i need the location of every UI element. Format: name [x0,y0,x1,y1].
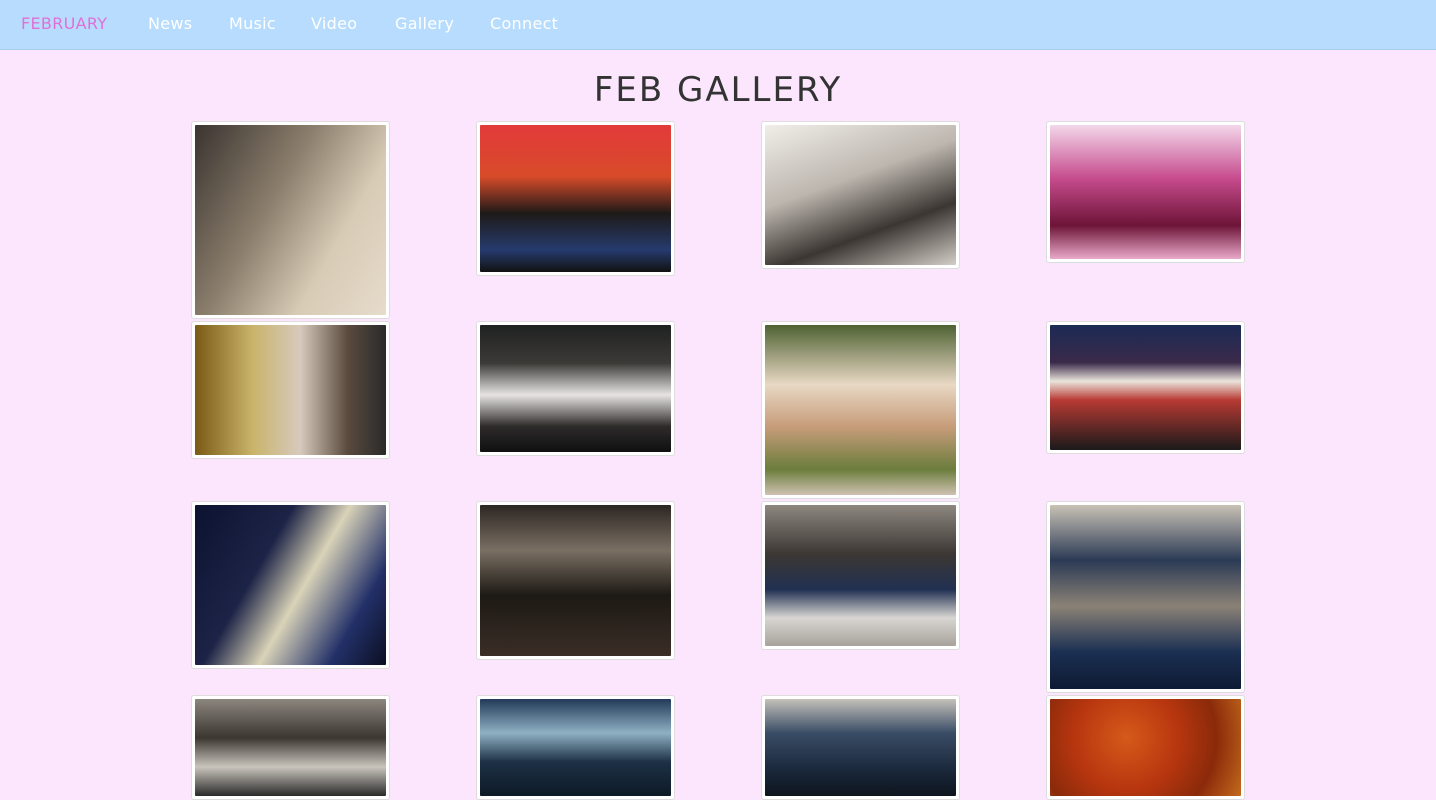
gallery-item[interactable] [1046,321,1245,454]
nav-music[interactable]: Music [229,14,276,33]
photo-band-magenta-ferris [1050,125,1241,259]
photo-stage-guitarists [1050,505,1241,689]
photo-band-sepia-portrait [195,125,386,315]
photo-band-backstage [195,325,386,455]
gallery-item[interactable] [476,121,675,276]
photo-stage-guitarist-solo [195,699,386,796]
gallery-item[interactable] [191,121,390,319]
gallery-item[interactable] [1046,695,1245,800]
nav-news[interactable]: News [148,14,192,33]
photo-crowd-club [480,325,671,452]
gallery-item[interactable] [761,695,960,800]
gallery-item[interactable] [476,501,675,660]
gallery-item[interactable] [761,121,960,269]
gallery-item[interactable] [761,321,960,499]
photo-orange-texture [1050,699,1241,796]
photo-band-red-ceiling [480,125,671,272]
nav-gallery[interactable]: Gallery [395,14,454,33]
gallery-item[interactable] [1046,121,1245,263]
photo-band-bw-leaning [765,125,956,265]
page-title: FEB GALLERY [593,70,843,110]
gallery-item[interactable] [1046,501,1245,693]
gallery-item[interactable] [191,321,390,459]
gallery-item[interactable] [476,321,675,456]
photo-stage-flute [480,699,671,796]
photo-band-van [765,325,956,495]
gallery-item[interactable] [191,501,390,669]
photo-stage-saxophone [765,699,956,796]
photo-stage-dancer [195,505,386,665]
photo-stage-singer [480,505,671,656]
gallery-item[interactable] [476,695,675,800]
gallery-item[interactable] [191,695,390,800]
brand-link[interactable]: FEBRUARY [21,14,107,33]
gallery-item[interactable] [761,501,960,650]
photo-stage-drums [765,505,956,646]
photo-theater-marquee [1050,325,1241,450]
nav-video[interactable]: Video [311,14,357,33]
top-navbar: FEBRUARY News Music Video Gallery Connec… [0,0,1436,50]
nav-connect[interactable]: Connect [490,14,558,33]
